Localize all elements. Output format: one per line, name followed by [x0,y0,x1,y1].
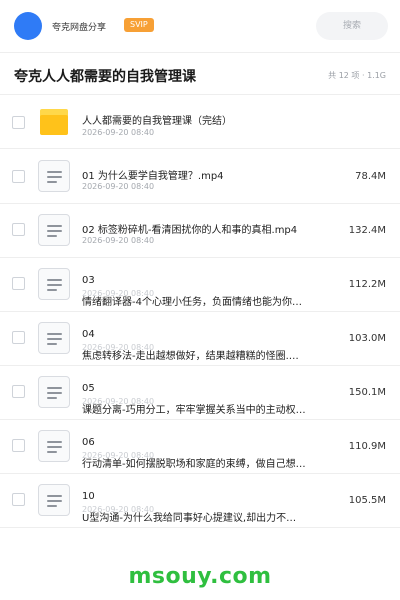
svip-badge: SVIP [124,18,154,32]
header-divider [0,52,400,53]
document-icon [38,268,70,300]
list-item[interactable]: 04 2026-09-20 08:40 焦虑转移法-走出越想做好，结果越糟糕的怪… [0,312,400,366]
file-size: 112.2M [348,279,386,290]
select-checkbox[interactable] [12,385,25,398]
document-icon [38,214,70,246]
list-item-folder[interactable]: 人人都需要的自我管理课（完结） 2026-09-20 08:40 [0,95,400,149]
select-checkbox[interactable] [12,116,25,129]
file-name: 02 标签粉碎机-看清困扰你的人和事的真相.mp4 [82,225,298,236]
file-name: 04 [82,329,95,340]
list-item[interactable]: 01 为什么要学自我管理？.mp4 2026-09-20 08:40 78.4M [0,150,400,204]
list-item[interactable]: 03 2026-09-20 08:40 情绪翻译器-4个心理小任务，负面情绪也能… [0,258,400,312]
share-header: 夸克网盘分享 SVIP 搜索 [0,0,400,52]
file-name: 03 [82,275,95,286]
document-icon [38,322,70,354]
file-name-continued: 情绪翻译器-4个心理小任务，负面情绪也能为你… [82,297,302,308]
list-item[interactable]: 06 2026-09-20 08:40 行动清单-如何摆脱职场和家庭的束缚，做自… [0,420,400,474]
avatar[interactable] [14,12,42,40]
file-date: 2026-09-20 08:40 [82,128,155,137]
select-checkbox[interactable] [12,170,25,183]
search-input[interactable]: 搜索 [316,12,388,40]
select-checkbox[interactable] [12,331,25,344]
file-name-continued: U型沟通-为什么我给同事好心提建议,却出力不… [82,513,297,524]
file-name: 人人都需要的自我管理课（完结） [82,116,232,127]
file-name-continued: 焦虑转移法-走出越想做好，结果越糟糕的怪圈.… [82,351,299,362]
select-checkbox[interactable] [12,277,25,290]
file-size: 110.9M [348,441,386,452]
file-name: 05 [82,383,95,394]
document-icon [38,376,70,408]
list-item[interactable]: 10 2026-09-20 08:40 U型沟通-为什么我给同事好心提建议,却出… [0,474,400,528]
folder-icon [40,109,68,135]
file-date: 2026-09-20 08:40 [82,182,155,191]
file-size: 132.4M [348,225,386,236]
file-name-continued: 课题分离-巧用分工，牢牢掌握关系当中的主动权… [82,405,306,416]
file-name-continued: 行动清单-如何摆脱职场和家庭的束缚，做自己想… [82,459,306,470]
select-checkbox[interactable] [12,223,25,236]
item-count-summary: 共 12 项 · 1.1G [328,71,386,80]
file-size: 105.5M [348,495,386,506]
file-size: 150.1M [348,387,386,398]
file-size: 78.4M [355,171,386,182]
file-date: 2026-09-20 08:40 [82,236,155,245]
share-owner-name[interactable]: 夸克网盘分享 [52,20,106,33]
select-checkbox[interactable] [12,493,25,506]
file-name: 06 [82,437,95,448]
document-icon [38,484,70,516]
document-icon [38,430,70,462]
file-size: 103.0M [348,333,386,344]
watermark-text: msouy.com [128,564,272,589]
file-name: 10 [82,491,95,502]
page-title: 夸克人人都需要的自我管理课 [14,69,196,85]
select-checkbox[interactable] [12,439,25,452]
list-item[interactable]: 05 2026-09-20 08:40 课题分离-巧用分工，牢牢掌握关系当中的主… [0,366,400,420]
file-name: 01 为什么要学自我管理？.mp4 [82,171,224,182]
list-item[interactable]: 02 标签粉碎机-看清困扰你的人和事的真相.mp4 2026-09-20 08:… [0,204,400,258]
document-icon [38,160,70,192]
